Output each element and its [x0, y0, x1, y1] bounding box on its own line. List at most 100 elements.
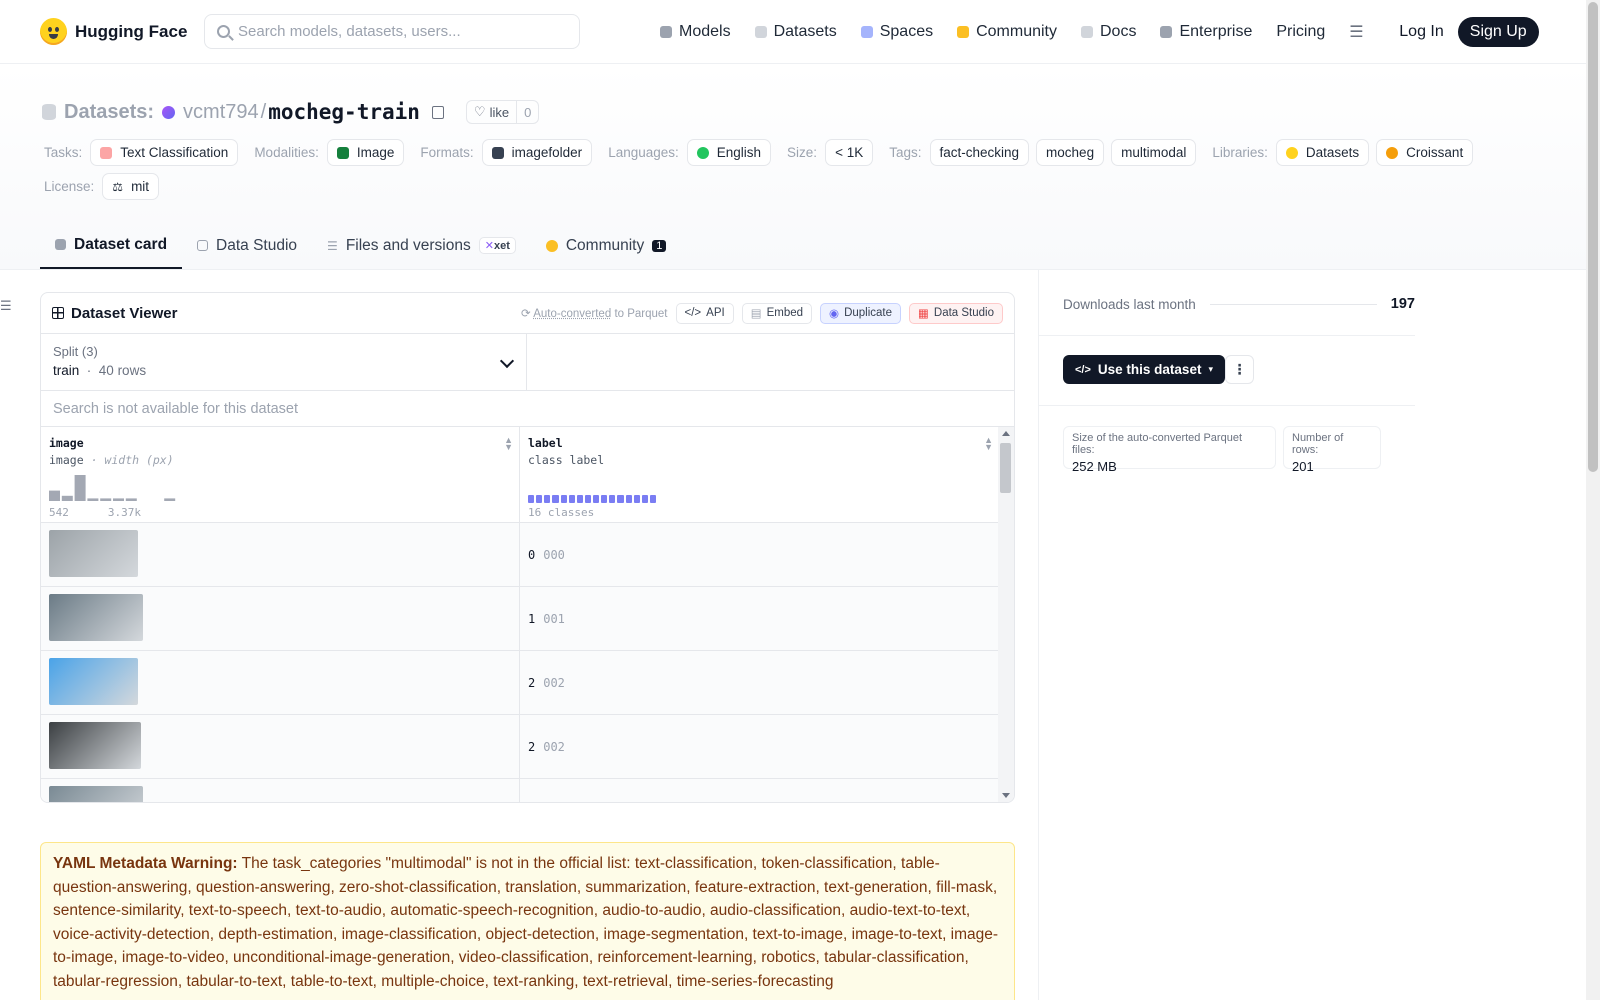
histogram-bar	[87, 498, 99, 501]
image-thumbnail[interactable]	[49, 658, 138, 705]
nav-link-community[interactable]: Community	[945, 23, 1069, 41]
search-icon	[217, 25, 230, 38]
tag-fact-checking[interactable]: fact-checking	[929, 139, 1030, 166]
nav-link-datasets[interactable]: Datasets	[743, 23, 849, 41]
hist-max: 3.37k	[107, 506, 141, 519]
image-cell[interactable]	[41, 715, 520, 778]
tag-text-classification[interactable]: Text Classification	[90, 139, 239, 166]
owner-link[interactable]: vcmt794	[183, 101, 259, 124]
sidebar-toggle-icon[interactable]: ☰	[0, 298, 12, 314]
search-placeholder: Search models, datasets, users...	[238, 23, 461, 40]
table-row[interactable]: 2 002	[41, 715, 999, 779]
files-icon: ☰	[327, 238, 338, 253]
parquet-size-stat: Size of the auto-converted Parquet files…	[1063, 426, 1276, 474]
signup-button[interactable]: Sign Up	[1457, 16, 1539, 47]
nav-link-spaces[interactable]: Spaces	[849, 23, 945, 41]
sort-icon[interactable]: ▲ ▼	[984, 436, 993, 452]
languages-label: Languages:	[608, 145, 679, 160]
repo-name[interactable]: mocheg-train	[268, 100, 420, 124]
class-distribution-bar	[528, 495, 656, 503]
hugging-face-logo-icon	[40, 18, 67, 45]
label-id: 1	[528, 611, 536, 626]
table-icon: ▦	[918, 308, 929, 320]
sort-icon[interactable]: ▲ ▼	[504, 436, 513, 452]
like-button[interactable]: ♡ like 0	[465, 100, 540, 124]
tag-size[interactable]: < 1K	[825, 139, 874, 166]
class-segment	[617, 495, 624, 503]
tag-license[interactable]: ⚖ mit	[102, 173, 160, 200]
image-thumbnail[interactable]	[49, 722, 141, 769]
embed-button[interactable]: ▤ Embed	[741, 302, 813, 324]
table-row[interactable]: 0 000	[41, 523, 999, 587]
class-segment	[560, 495, 567, 503]
database-icon	[754, 25, 767, 38]
class-segment	[625, 495, 632, 503]
section-label[interactable]: Datasets:	[64, 101, 154, 124]
label-id: 2	[528, 675, 536, 690]
scale-icon: ⚖	[112, 179, 124, 194]
image-cell[interactable]	[41, 779, 520, 802]
table-row[interactable]: 2 002	[41, 651, 999, 715]
folder-icon	[491, 146, 504, 159]
owner-avatar	[162, 105, 176, 119]
class-segment	[568, 495, 575, 503]
data-table: image image · width (px) ▲ ▼ 542 3.37k lab…	[41, 427, 1014, 802]
tag-row: Tasks: Text Classification Modalities: I…	[44, 139, 1489, 166]
column-header-label[interactable]: label class label ▲ ▼ 16 classes	[520, 427, 999, 522]
brand-logo-link[interactable]: Hugging Face	[40, 18, 204, 45]
image-thumbnail[interactable]	[49, 530, 138, 577]
nav-link-enterprise[interactable]: Enterprise	[1148, 23, 1264, 41]
page-scrollbar[interactable]	[1586, 0, 1600, 1000]
table-scrollbar[interactable]	[998, 427, 1014, 802]
tab-dataset-card[interactable]: Dataset card	[40, 222, 183, 269]
image-thumbnail[interactable]	[49, 786, 143, 802]
api-button[interactable]: </> API	[675, 302, 734, 324]
split-select[interactable]: Split (3) train · 40 rows	[41, 334, 527, 390]
image-thumbnail[interactable]	[49, 594, 143, 641]
tag-image[interactable]: Image	[326, 139, 405, 166]
modalities-label: Modalities:	[254, 145, 319, 160]
duplicate-button[interactable]: ◉ Duplicate	[820, 302, 902, 324]
tab-files-and-versions[interactable]: ☰ Files and versions ✕xet	[312, 222, 531, 269]
nav-link-models[interactable]: Models	[648, 23, 743, 41]
tab-community[interactable]: Community 1	[531, 222, 682, 269]
tags-label: Tags:	[889, 145, 922, 160]
tag-datasets-library[interactable]: Datasets	[1275, 139, 1370, 166]
nav-link-pricing[interactable]: Pricing	[1264, 23, 1337, 41]
column-header-image[interactable]: image image · width (px) ▲ ▼ 542 3.37k	[41, 427, 520, 522]
tag-english[interactable]: English	[686, 139, 772, 166]
auto-converted-note[interactable]: ⟳ Auto-converted to Parquet	[521, 306, 667, 320]
chevron-down-icon: ▾	[1208, 364, 1213, 374]
tab-data-studio[interactable]: Data Studio	[182, 222, 312, 269]
tag-imagefolder[interactable]: imagefolder	[481, 139, 593, 166]
login-link[interactable]: Log In	[1399, 23, 1443, 41]
menu-icon[interactable]: ☰	[1349, 22, 1367, 42]
width-histogram	[49, 475, 176, 501]
label-cell	[520, 779, 544, 802]
image-cell[interactable]	[41, 651, 520, 714]
community-icon	[545, 239, 558, 252]
split-rows: 40 rows	[98, 363, 147, 378]
downloads-sparkline	[1209, 303, 1377, 305]
image-cell[interactable]	[41, 587, 520, 650]
xet-badge: ✕xet	[478, 237, 516, 254]
embed-icon: ▤	[750, 308, 762, 320]
copy-icon[interactable]	[431, 105, 444, 119]
data-studio-button[interactable]: ▦ Data Studio	[909, 302, 1003, 324]
brand-name: Hugging Face	[75, 21, 188, 41]
tag-mocheg[interactable]: mocheg	[1036, 139, 1105, 166]
warning-title: YAML Metadata Warning:	[53, 855, 238, 872]
tasks-label: Tasks:	[44, 145, 83, 160]
label-id: 2	[528, 739, 536, 754]
tag-croissant[interactable]: Croissant	[1376, 139, 1474, 166]
image-cell[interactable]	[41, 523, 520, 586]
nav-link-docs[interactable]: Docs	[1069, 23, 1148, 41]
table-row[interactable]	[41, 779, 999, 802]
tag-multimodal[interactable]: multimodal	[1111, 139, 1197, 166]
split-name: train	[53, 363, 80, 378]
search-input[interactable]: Search models, datasets, users...	[204, 14, 580, 49]
table-row[interactable]: 1 001	[41, 587, 999, 651]
more-options-button[interactable]: ⋮	[1225, 355, 1254, 384]
use-this-dataset-button[interactable]: </> Use this dataset ▾	[1063, 355, 1225, 384]
globe-icon	[696, 146, 709, 159]
